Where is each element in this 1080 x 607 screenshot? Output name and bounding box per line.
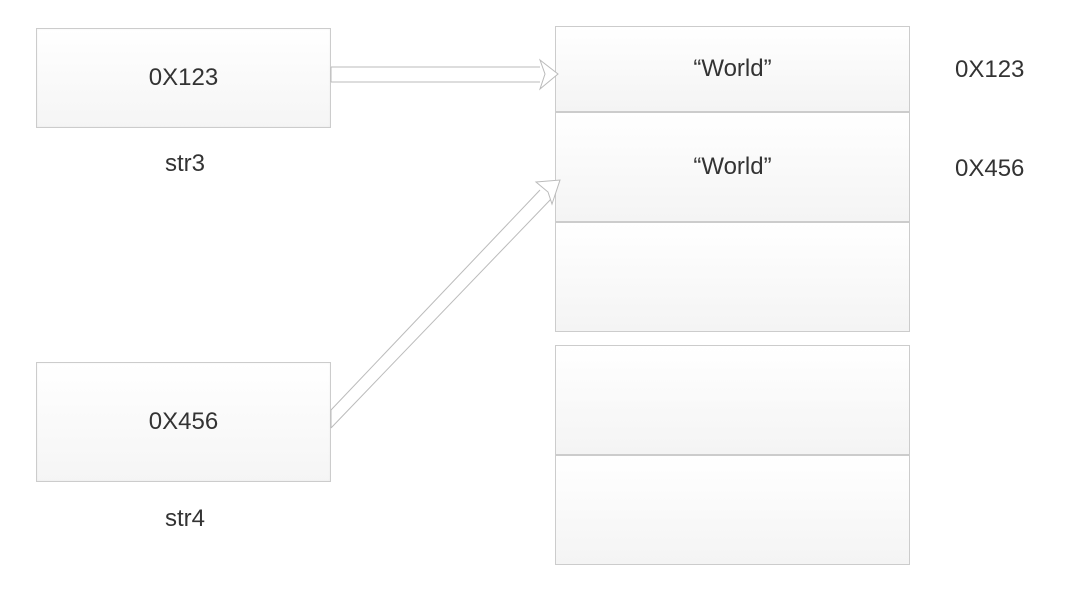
memory-cell-4: [555, 455, 910, 565]
pointer-value-str3: 0X123: [149, 64, 218, 92]
memory-cell-0: “World”: [555, 26, 910, 112]
memory-address-1: 0X456: [955, 155, 1024, 183]
memory-cell-value-1: “World”: [693, 153, 771, 181]
pointer-label-str4: str4: [165, 505, 205, 533]
memory-address-0: 0X123: [955, 56, 1024, 84]
pointer-value-str4: 0X456: [149, 408, 218, 436]
memory-cell-value-0: “World”: [693, 55, 771, 83]
memory-cell-1: “World”: [555, 112, 910, 222]
pointer-box-str4: 0X456: [36, 362, 331, 482]
pointer-box-str3: 0X123: [36, 28, 331, 128]
memory-cell-2: [555, 222, 910, 332]
arrow-str4-to-cell1: [331, 180, 560, 428]
arrow-str3-to-cell0: [331, 60, 558, 89]
pointer-label-str3: str3: [165, 150, 205, 178]
memory-cell-3: [555, 345, 910, 455]
